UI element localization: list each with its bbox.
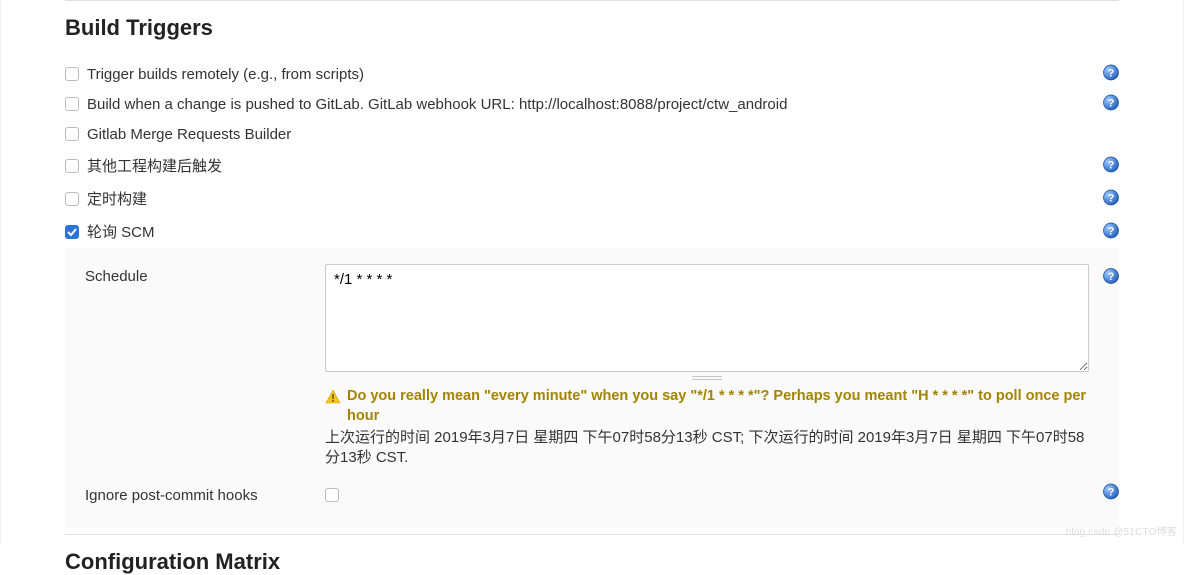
svg-text:?: ? [1108, 98, 1115, 110]
schedule-warning: Do you really mean "every minute" when y… [347, 387, 1089, 426]
svg-text:?: ? [1108, 192, 1115, 204]
svg-text:?: ? [1108, 271, 1115, 283]
trigger-gitlab-mr-checkbox[interactable] [65, 127, 79, 141]
trigger-periodic-checkbox[interactable] [65, 192, 79, 206]
watermark: blog.csdn @51CTO博客 [1066, 523, 1177, 538]
svg-text:?: ? [1108, 68, 1115, 80]
help-icon[interactable]: ? [1103, 484, 1119, 503]
svg-text:?: ? [1108, 225, 1115, 237]
trigger-after-other-row: 其他工程构建后触发 ? [65, 149, 1119, 182]
trigger-periodic-row: 定时构建 ? [65, 182, 1119, 215]
help-icon[interactable]: ? [1103, 222, 1119, 241]
trigger-gitlab-push-checkbox[interactable] [65, 97, 79, 111]
trigger-after-other-label: 其他工程构建后触发 [87, 155, 222, 176]
help-icon[interactable]: ? [1103, 156, 1119, 175]
svg-text:?: ? [1108, 159, 1115, 171]
trigger-gitlab-mr-label: Gitlab Merge Requests Builder [87, 126, 291, 143]
help-icon[interactable]: ? [1103, 268, 1119, 287]
section-title-config-matrix: Configuration Matrix [65, 549, 1119, 575]
trigger-after-other-checkbox[interactable] [65, 159, 79, 173]
ignore-post-commit-checkbox[interactable] [325, 488, 339, 502]
schedule-textarea[interactable] [325, 264, 1089, 372]
help-icon[interactable]: ? [1103, 65, 1119, 84]
trigger-remote-label: Trigger builds remotely (e.g., from scri… [87, 66, 364, 83]
trigger-gitlab-push-label: Build when a change is pushed to GitLab.… [87, 96, 787, 113]
trigger-poll-scm-checkbox[interactable] [65, 225, 79, 239]
ignore-post-commit-label: Ignore post-commit hooks [65, 487, 325, 504]
help-icon[interactable]: ? [1103, 189, 1119, 208]
poll-scm-expanded: Schedule Do you really mean "every minut… [65, 248, 1119, 528]
trigger-gitlab-mr-row: Gitlab Merge Requests Builder [65, 119, 1119, 149]
schedule-label: Schedule [65, 264, 325, 285]
svg-text:?: ? [1108, 487, 1115, 499]
help-icon[interactable]: ? [1103, 95, 1119, 114]
trigger-remote-row: Trigger builds remotely (e.g., from scri… [65, 59, 1119, 89]
section-title-build-triggers: Build Triggers [65, 15, 1119, 41]
trigger-poll-scm-row: 轮询 SCM ? [65, 215, 1119, 248]
trigger-poll-scm-label: 轮询 SCM [87, 221, 155, 242]
trigger-periodic-label: 定时构建 [87, 188, 147, 209]
schedule-info: 上次运行的时间 2019年3月7日 星期四 下午07时58分13秒 CST; 下… [325, 428, 1089, 469]
trigger-remote-checkbox[interactable] [65, 67, 79, 81]
resize-handle[interactable] [325, 375, 1089, 381]
warning-icon [325, 389, 341, 405]
trigger-gitlab-push-row: Build when a change is pushed to GitLab.… [65, 89, 1119, 119]
